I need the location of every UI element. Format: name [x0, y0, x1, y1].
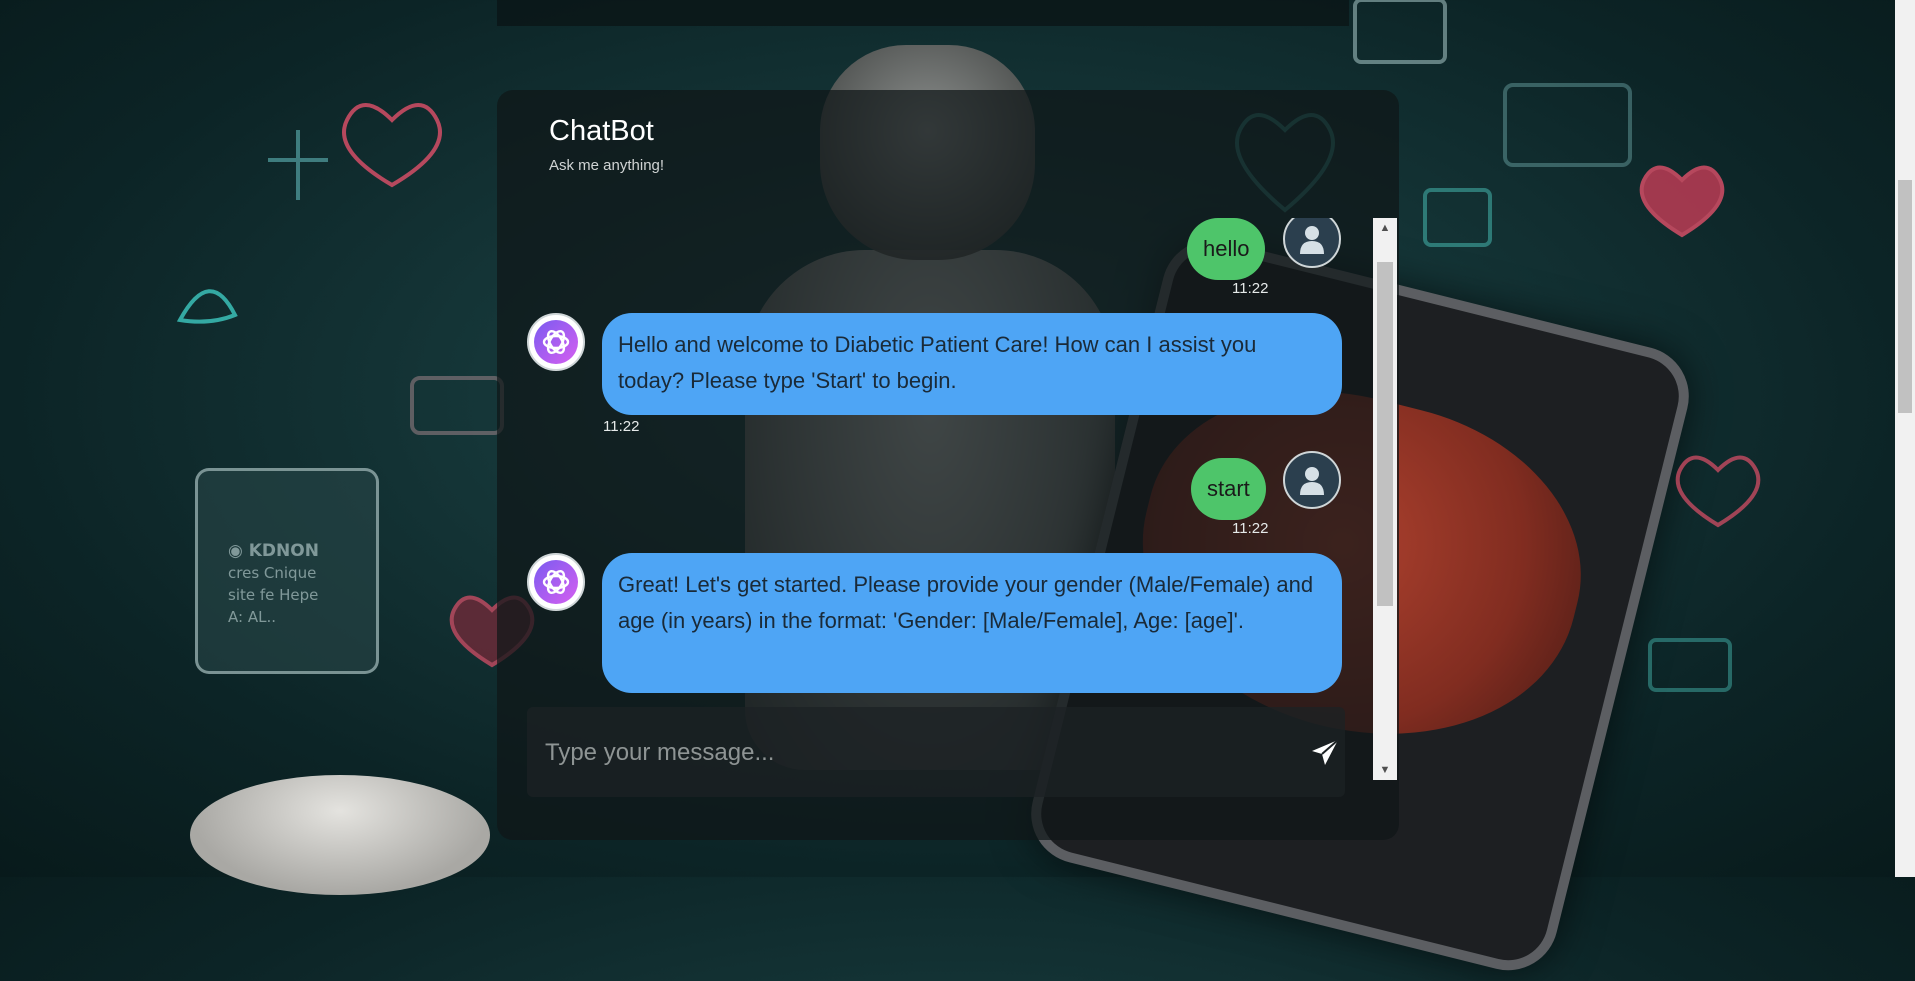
page-scrollbar[interactable]	[1895, 0, 1915, 877]
message-list-scrollbar[interactable]: ▲ ▼	[1373, 218, 1397, 780]
send-icon	[1312, 739, 1339, 765]
background-device	[190, 775, 490, 895]
user-avatar-icon	[1283, 218, 1341, 268]
bot-message-bubble: Hello and welcome to Diabetic Patient Ca…	[602, 313, 1342, 415]
send-button[interactable]	[1307, 735, 1343, 771]
bot-message-bubble: Great! Let's get started. Please provide…	[602, 553, 1342, 693]
message-list[interactable]: hello 11:22 Hello and welcome to Diabeti…	[497, 218, 1373, 780]
user-avatar-icon	[1283, 451, 1341, 509]
scroll-down-arrow-icon[interactable]: ▼	[1373, 760, 1397, 780]
message-timestamp: 11:22	[603, 418, 640, 435]
message-timestamp: 11:22	[1232, 520, 1269, 537]
bot-avatar-icon	[527, 553, 585, 611]
scroll-up-arrow-icon[interactable]: ▲	[1373, 218, 1397, 238]
chatbot-panel: ChatBot Ask me anything! hello 11:22 Hel…	[497, 90, 1399, 840]
message-timestamp: 11:22	[1232, 280, 1269, 297]
user-message-bubble: hello	[1187, 218, 1266, 280]
background-folder-text: ◉ KDNON cres Cnique site fe Hepe A: AL..	[228, 541, 319, 626]
chat-title: ChatBot	[549, 115, 654, 147]
top-header-strip	[497, 0, 1349, 26]
background-folder	[195, 468, 379, 674]
page-scroll-thumb[interactable]	[1898, 180, 1912, 413]
bot-avatar-icon	[527, 313, 585, 371]
chat-subtitle: Ask me anything!	[549, 157, 665, 174]
scroll-thumb[interactable]	[1377, 262, 1393, 606]
user-message-bubble: start	[1191, 458, 1266, 520]
message-input[interactable]	[543, 729, 1267, 777]
message-input-bar	[527, 707, 1345, 797]
